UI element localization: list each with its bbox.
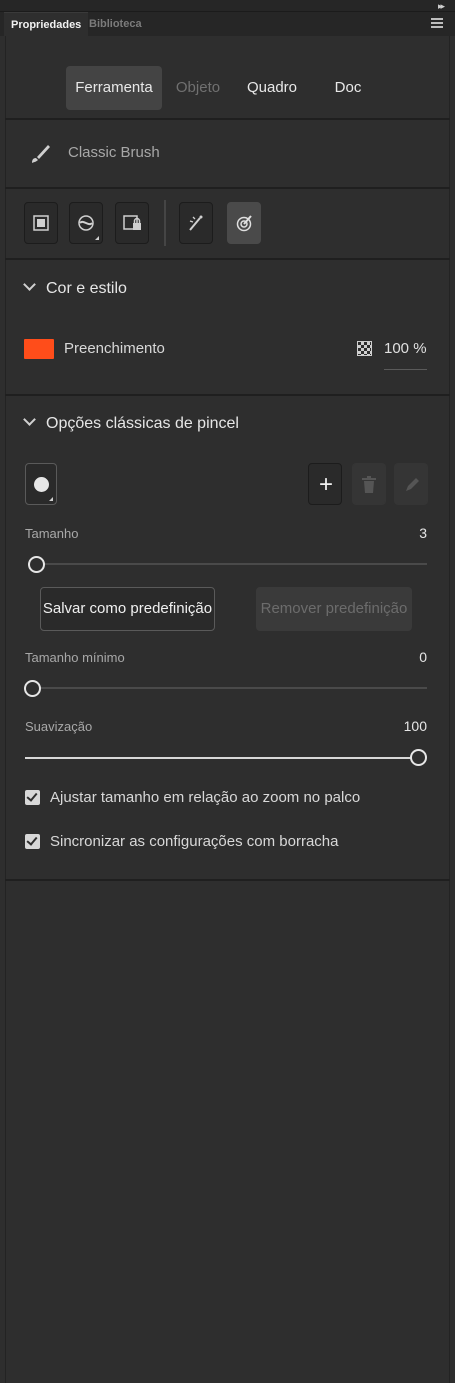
collapse-panel-icon[interactable]: ▸▸ bbox=[438, 1, 445, 12]
tilt-icon bbox=[236, 215, 252, 232]
brush-shape-button[interactable] bbox=[25, 463, 57, 505]
brush-options-header[interactable]: Opções clássicas de pincel bbox=[23, 413, 239, 433]
size-slider-knob[interactable] bbox=[28, 556, 45, 573]
fill-alpha-value[interactable]: 100 % bbox=[384, 340, 427, 357]
remove-preset-button[interactable]: Remover predefinição bbox=[256, 587, 412, 631]
fill-color-swatch[interactable] bbox=[24, 339, 54, 359]
save-preset-button[interactable]: Salvar como predefinição bbox=[40, 587, 215, 631]
sync-eraser-option[interactable]: Sincronizar as configurações com borrach… bbox=[25, 833, 425, 853]
brush-icon bbox=[32, 145, 50, 163]
brush-mode-icon bbox=[78, 215, 94, 231]
section-divider bbox=[5, 187, 450, 189]
section-divider bbox=[5, 258, 450, 260]
round-brush-icon bbox=[34, 477, 49, 492]
tab-properties[interactable]: Propriedades bbox=[4, 12, 89, 36]
min-size-value[interactable]: 0 bbox=[419, 649, 427, 665]
submenu-corner-icon bbox=[49, 497, 53, 501]
pencil-icon bbox=[406, 478, 419, 491]
size-label: Tamanho bbox=[25, 526, 79, 541]
pressure-icon bbox=[189, 215, 203, 231]
min-size-slider-knob[interactable] bbox=[24, 680, 41, 697]
panel-top-strip: ▸▸ bbox=[0, 0, 455, 12]
fill-label: Preenchimento bbox=[64, 340, 165, 357]
zoom-scale-label: Ajustar tamanho em relação ao zoom no pa… bbox=[50, 789, 361, 806]
submenu-corner-icon bbox=[95, 236, 99, 240]
lock-fill-icon bbox=[123, 215, 141, 230]
smoothing-slider-knob[interactable] bbox=[410, 749, 427, 766]
tab-tool[interactable]: Ferramenta bbox=[66, 66, 162, 110]
color-style-title: Cor e estilo bbox=[46, 280, 127, 297]
toolbar-separator bbox=[164, 200, 166, 246]
min-size-slider-track[interactable] bbox=[32, 687, 427, 689]
object-drawing-mode-icon bbox=[33, 215, 49, 231]
brush-mode-button[interactable] bbox=[69, 202, 103, 244]
tab-doc[interactable]: Doc bbox=[322, 66, 374, 110]
pressure-button[interactable] bbox=[179, 202, 213, 244]
panel-menu-icon[interactable] bbox=[431, 18, 443, 29]
delete-preset-button[interactable] bbox=[352, 463, 386, 505]
smoothing-slider-track[interactable] bbox=[25, 757, 419, 759]
section-divider bbox=[5, 879, 450, 881]
color-style-header[interactable]: Cor e estilo bbox=[23, 278, 127, 298]
tab-library[interactable]: Biblioteca bbox=[82, 12, 149, 36]
size-value[interactable]: 3 bbox=[419, 525, 427, 541]
section-divider bbox=[5, 118, 450, 120]
tab-frame[interactable]: Quadro bbox=[240, 66, 304, 110]
edit-preset-button[interactable] bbox=[394, 463, 428, 505]
panel-tab-bar: Propriedades Biblioteca bbox=[0, 12, 455, 36]
sync-eraser-label: Sincronizar as configurações com borrach… bbox=[50, 833, 339, 850]
smoothing-label: Suavização bbox=[25, 719, 93, 734]
add-preset-button[interactable]: + bbox=[308, 463, 342, 505]
tab-object[interactable]: Objeto bbox=[170, 66, 226, 110]
min-size-label: Tamanho mínimo bbox=[25, 650, 125, 665]
sync-eraser-checkbox[interactable] bbox=[25, 834, 40, 849]
brush-options-title: Opções clássicas de pincel bbox=[46, 415, 239, 432]
plus-icon: + bbox=[318, 471, 333, 498]
zoom-scale-option[interactable]: Ajustar tamanho em relação ao zoom no pa… bbox=[25, 789, 425, 809]
object-drawing-mode-button[interactable] bbox=[24, 202, 58, 244]
section-divider bbox=[5, 394, 450, 396]
alpha-underline bbox=[384, 369, 427, 370]
tilt-button[interactable] bbox=[227, 202, 261, 244]
alpha-checker-icon bbox=[357, 341, 372, 356]
chevron-down-icon bbox=[23, 278, 36, 291]
size-slider-track[interactable] bbox=[36, 563, 427, 565]
context-tabs: Ferramenta Objeto Quadro Doc bbox=[0, 66, 455, 110]
tool-name: Classic Brush bbox=[68, 144, 160, 161]
zoom-scale-checkbox[interactable] bbox=[25, 790, 40, 805]
lock-fill-button[interactable] bbox=[115, 202, 149, 244]
smoothing-value[interactable]: 100 bbox=[404, 718, 427, 734]
trash-icon bbox=[362, 476, 376, 493]
chevron-down-icon bbox=[23, 413, 36, 426]
